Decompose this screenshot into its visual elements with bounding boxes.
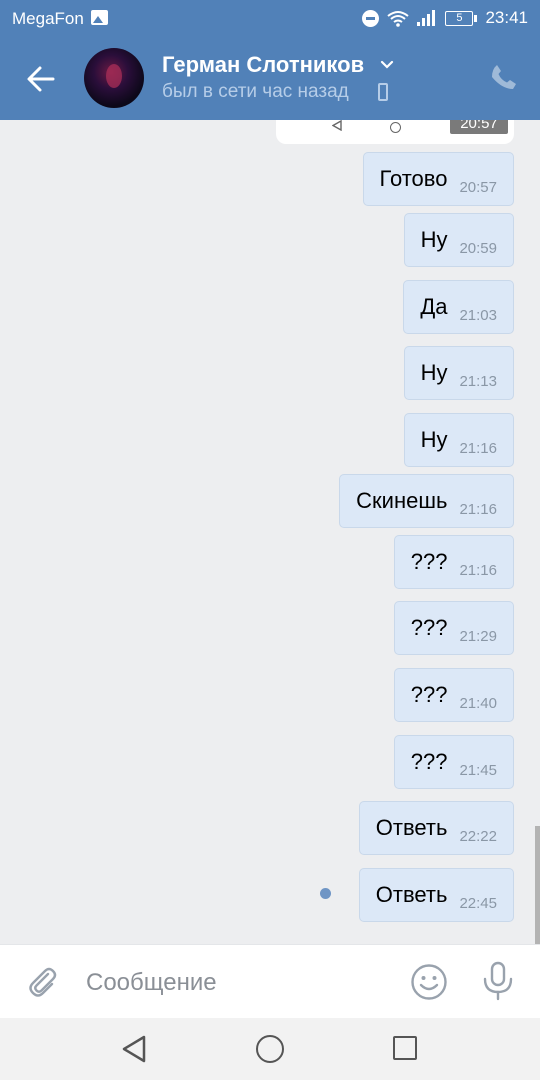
message-text: Ну — [420, 360, 448, 385]
message-bubble[interactable]: ??? 21:16 — [393, 535, 514, 589]
message-time: 20:57 — [459, 178, 497, 196]
message-bubble[interactable]: Ответь 22:22 — [358, 801, 514, 855]
last-seen-status: был в сети час назад — [162, 81, 349, 102]
message-input[interactable] — [86, 965, 386, 1001]
message-bubble[interactable]: ??? 21:29 — [393, 601, 514, 655]
message-list[interactable]: 20:57 Готово 20:57 Ну 20:59 Да 21:03 Ну … — [0, 120, 540, 944]
top-bar: MegaFon 5 23:41 Герман Слотников был в с… — [0, 0, 540, 120]
contact-avatar[interactable] — [84, 48, 144, 108]
message-bubble[interactable]: Да 21:03 — [403, 280, 514, 334]
message-bubble[interactable]: Ну 20:59 — [403, 213, 514, 267]
back-triangle-icon[interactable] — [120, 1034, 148, 1064]
message-text: ??? — [410, 549, 448, 574]
recent-apps-icon[interactable] — [393, 1036, 417, 1060]
message-bubble[interactable]: Ну 21:16 — [403, 413, 514, 467]
battery-icon: 5 — [445, 10, 478, 26]
carrier-name: MegaFon — [12, 9, 84, 28]
contact-name[interactable]: Герман Слотников — [162, 52, 364, 78]
do-not-disturb-icon — [362, 9, 380, 27]
message-text: ??? — [410, 749, 448, 774]
message-composer — [0, 944, 540, 1018]
message-text: Ответь — [375, 815, 448, 840]
message-text: Готово — [379, 166, 448, 191]
message-text: Ну — [420, 227, 448, 252]
message-bubble[interactable]: ??? 21:40 — [393, 668, 514, 722]
message-time: 21:16 — [459, 561, 497, 579]
message-text: ??? — [410, 615, 448, 640]
message-bubble[interactable]: Ответь 22:45 — [358, 868, 514, 922]
message-time: 20:59 — [459, 239, 497, 257]
system-navigation-bar — [0, 1018, 540, 1080]
mobile-device-icon — [378, 83, 388, 101]
home-circle-icon — [390, 122, 401, 133]
message-bubble[interactable]: Ну 21:13 — [403, 346, 514, 400]
chevron-down-icon[interactable] — [380, 60, 394, 70]
message-text: Ну — [420, 427, 448, 452]
message-text: Скинешь — [356, 488, 448, 513]
image-notification-icon — [91, 10, 108, 25]
message-time: 21:16 — [459, 439, 497, 457]
back-triangle-icon — [332, 120, 342, 131]
emoji-icon[interactable] — [410, 963, 448, 1001]
call-icon[interactable] — [490, 63, 518, 91]
status-time: 23:41 — [485, 8, 528, 27]
message-time: 21:13 — [459, 372, 497, 390]
message-time: 21:45 — [459, 761, 497, 779]
message-time: 21:29 — [459, 627, 497, 645]
message-time: 21:40 — [459, 694, 497, 712]
message-text: Ответь — [375, 882, 448, 907]
signal-icon — [417, 10, 437, 26]
message-bubble[interactable]: Скинешь 21:16 — [339, 474, 514, 528]
attachment-time: 20:57 — [450, 120, 508, 134]
message-bubble[interactable]: Готово 20:57 — [362, 152, 514, 206]
scrollbar[interactable] — [535, 826, 540, 944]
wifi-icon — [387, 10, 410, 27]
message-time: 21:16 — [459, 500, 497, 518]
battery-level: 5 — [445, 10, 474, 26]
paperclip-icon[interactable] — [26, 965, 60, 999]
status-bar: MegaFon 5 23:41 — [0, 0, 540, 36]
message-time: 21:03 — [459, 306, 497, 324]
status-icons: 5 23:41 — [362, 8, 528, 28]
message-time: 22:22 — [459, 827, 497, 845]
message-bubble[interactable]: ??? 21:45 — [393, 735, 514, 789]
message-time: 22:45 — [459, 894, 497, 912]
microphone-icon[interactable] — [480, 961, 516, 1001]
message-text: Да — [420, 294, 448, 319]
message-text: ??? — [410, 682, 448, 707]
home-circle-icon[interactable] — [256, 1035, 284, 1063]
back-arrow-icon[interactable] — [26, 64, 56, 94]
previous-attachment-card[interactable]: 20:57 — [276, 120, 514, 144]
unread-indicator — [320, 888, 331, 899]
